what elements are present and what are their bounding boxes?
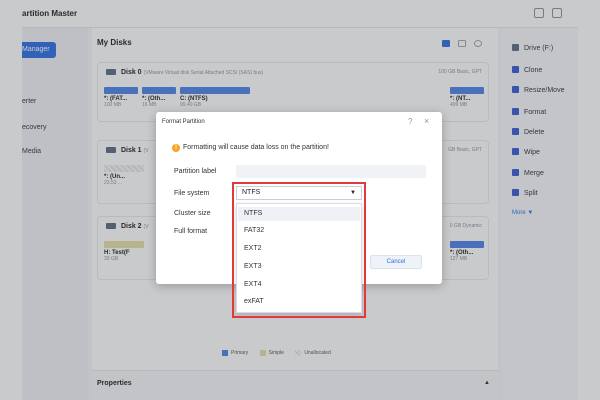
- cancel-button[interactable]: Cancel: [370, 255, 422, 269]
- partition-label-input[interactable]: [236, 165, 426, 178]
- file-system-label: File system: [174, 190, 210, 197]
- cluster-size-label: Cluster size: [174, 210, 211, 217]
- warning-icon: !: [172, 144, 180, 152]
- close-icon[interactable]: ×: [424, 116, 429, 126]
- help-icon[interactable]: ?: [408, 117, 412, 126]
- dialog-title: Format Partition: [162, 119, 205, 125]
- warning-text: Formatting will cause data loss on the p…: [183, 144, 329, 151]
- partition-label-label: Partition label: [174, 168, 217, 175]
- highlight-box: [232, 182, 366, 318]
- warning-message: ! Formatting will cause data loss on the …: [172, 144, 329, 152]
- full-format-label: Full format: [174, 228, 208, 235]
